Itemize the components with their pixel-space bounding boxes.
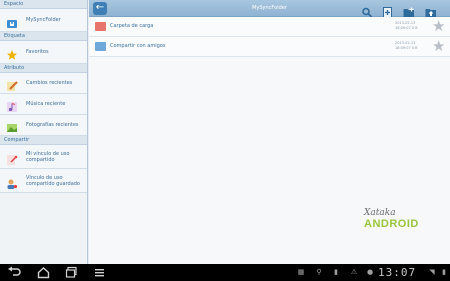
upload-button[interactable] bbox=[425, 3, 437, 17]
lock-folder-icon bbox=[6, 14, 18, 28]
menu-icon bbox=[94, 269, 104, 277]
folder-icon bbox=[95, 42, 106, 51]
section-header-espacio: Espacio bbox=[0, 0, 87, 9]
favorite-star-icon[interactable]: ★ bbox=[432, 19, 445, 34]
sidebar-item-label: Fotografías recientes bbox=[26, 122, 79, 128]
nav-menu-button[interactable] bbox=[93, 266, 105, 279]
new-folder-button[interactable] bbox=[403, 3, 415, 17]
toolbar-title: MySyncFolder bbox=[252, 5, 287, 11]
recent-apps-icon bbox=[65, 266, 77, 278]
nav-back-button[interactable] bbox=[6, 266, 22, 279]
sidebar-item-musica-reciente[interactable]: Música reciente bbox=[0, 94, 87, 115]
sidebar-item-label: MySyncFolder bbox=[26, 17, 61, 23]
home-icon bbox=[37, 267, 49, 279]
sidebar-item-label: Música reciente bbox=[26, 101, 66, 107]
file-date: 2013-02-13 18:09:07 0 B bbox=[395, 41, 418, 50]
edit-icon bbox=[6, 77, 18, 91]
sidebar-item-label: Favoritos bbox=[26, 49, 49, 55]
folder-icon bbox=[95, 22, 106, 31]
status-clock: 13:07 bbox=[378, 266, 417, 279]
system-navbar: ▦ ⚲ ▮ ⚠ ● 13:07 ◥ ▮ bbox=[0, 264, 450, 281]
section-header-compartir: Compartir bbox=[0, 136, 87, 145]
star-icon bbox=[6, 46, 18, 60]
watermark-line2: ANDROID bbox=[364, 218, 419, 230]
sidebar-item-vinculo-guardado[interactable]: Vínculo de uso compartido guardado bbox=[0, 169, 87, 193]
sidebar-item-label: Cambios recientes bbox=[26, 80, 73, 86]
section-header-atributo: Atributo bbox=[0, 64, 87, 73]
warning-icon: ⚠ bbox=[350, 268, 358, 276]
nav-home-button[interactable] bbox=[36, 266, 50, 279]
music-icon bbox=[6, 98, 18, 112]
file-row-compartir-con-amigos[interactable]: Compartir con amigos 2013-02-13 18:09:07 … bbox=[89, 37, 450, 57]
wifi-icon: ◥ bbox=[429, 268, 435, 276]
watermark-logo: Xataka ANDROID bbox=[364, 208, 434, 238]
file-name: Compartir con amigos bbox=[110, 43, 166, 49]
nav-recents-button[interactable] bbox=[64, 266, 78, 279]
keyboard-icon: ▦ bbox=[297, 268, 305, 276]
watermark-line1: Xataka bbox=[364, 208, 396, 218]
toolbar: ← MySyncFolder bbox=[89, 0, 450, 18]
favorite-star-icon[interactable]: ★ bbox=[432, 39, 445, 54]
file-row-carpeta-de-carga[interactable]: Carpeta de carga 2013-02-13 18:09:07 0 B … bbox=[89, 17, 450, 37]
link-icon bbox=[6, 151, 18, 165]
battery-icon: ▮ bbox=[442, 268, 446, 276]
sd-card-icon: ▮ bbox=[334, 268, 338, 276]
usb-icon: ⚲ bbox=[316, 268, 322, 276]
new-file-button[interactable] bbox=[382, 3, 394, 18]
photo-icon bbox=[6, 119, 18, 132]
sidebar-item-mi-vinculo[interactable]: Mi vínculo de uso compartido bbox=[0, 145, 87, 169]
message-icon: ● bbox=[366, 268, 374, 276]
main-panel: ← MySyncFolder Carpeta de carga 2013-02-… bbox=[89, 0, 450, 264]
sidebar: Espacio MySyncFolder Etiqueta Favoritos … bbox=[0, 0, 88, 264]
file-name: Carpeta de carga bbox=[110, 23, 154, 29]
sidebar-item-label: Mi vínculo de uso compartido bbox=[26, 150, 70, 163]
file-date: 2013-02-13 18:09:07 0 B bbox=[395, 21, 418, 30]
sidebar-item-mysyncfolder[interactable]: MySyncFolder bbox=[0, 9, 87, 32]
search-button[interactable] bbox=[361, 3, 373, 18]
person-link-icon bbox=[6, 175, 18, 189]
sidebar-item-cambios-recientes[interactable]: Cambios recientes bbox=[0, 73, 87, 94]
section-header-etiqueta: Etiqueta bbox=[0, 32, 87, 41]
sidebar-item-label: Vínculo de uso compartido guardado bbox=[26, 174, 80, 187]
nav-back-icon bbox=[8, 266, 21, 276]
sidebar-item-fotografias-recientes[interactable]: Fotografías recientes bbox=[0, 115, 87, 136]
sidebar-item-favoritos[interactable]: Favoritos bbox=[0, 41, 87, 64]
